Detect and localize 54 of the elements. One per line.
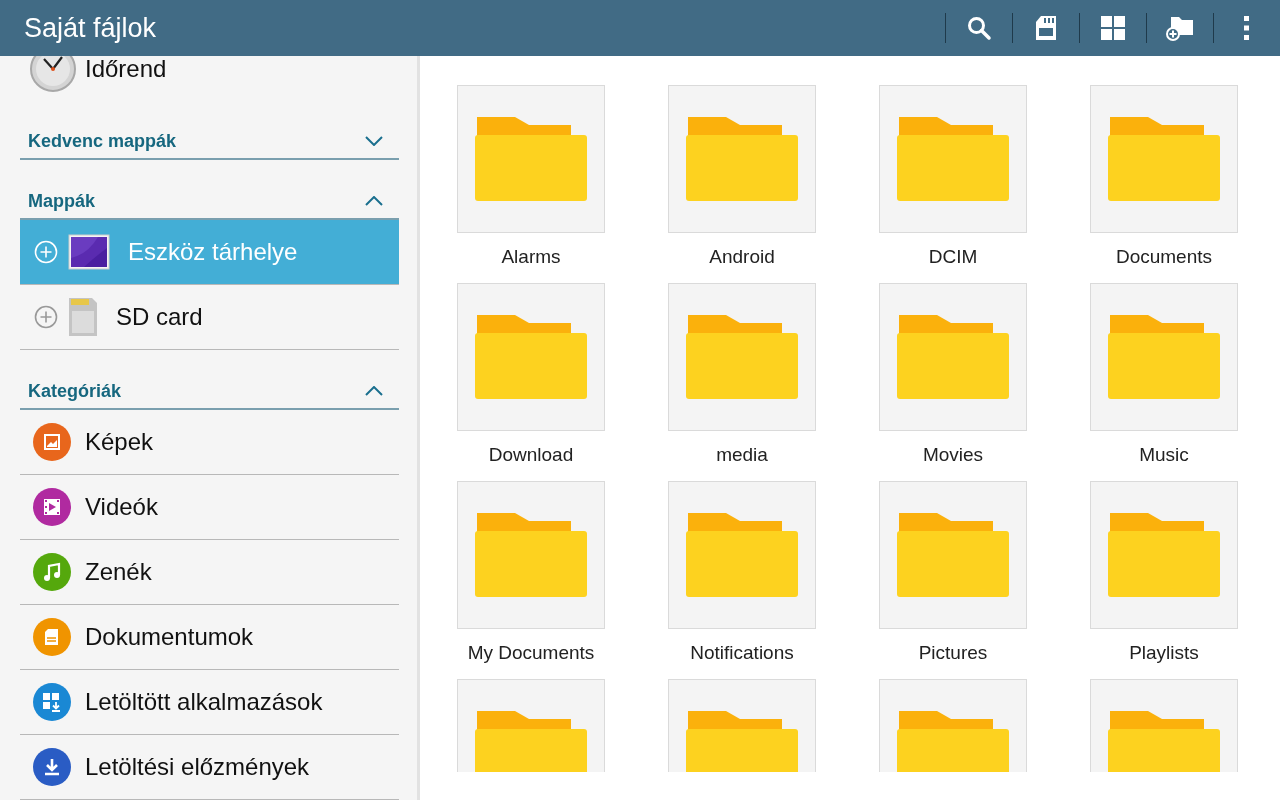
- expand-plus-icon[interactable]: [34, 305, 58, 329]
- folder-name: Pictures: [918, 642, 988, 664]
- folder-icon: [686, 513, 798, 597]
- storage-item[interactable]: SD card: [20, 285, 399, 350]
- folder-name: Download: [488, 444, 574, 466]
- folder-icon: [1108, 117, 1220, 201]
- device-storage-icon: [68, 234, 110, 270]
- folder-name: Android: [709, 246, 775, 268]
- folder-name: Music: [1139, 444, 1189, 466]
- folder-tile[interactable]: [668, 481, 816, 629]
- category-item[interactable]: Letöltött alkalmazások: [20, 670, 399, 735]
- folder-icon: [475, 315, 587, 399]
- folder-name: Alarms: [501, 246, 561, 268]
- folder-tile[interactable]: [879, 85, 1027, 233]
- folder-name: Movies: [922, 444, 984, 466]
- folder-icon: [897, 117, 1009, 201]
- folder-icon: [475, 513, 587, 597]
- category-item[interactable]: Zenék: [20, 540, 399, 605]
- app-title: Saját fájlok: [24, 12, 157, 44]
- folder-name: media: [716, 444, 768, 466]
- category-item[interactable]: Videók: [20, 475, 399, 540]
- folder-name: My Documents: [467, 642, 595, 664]
- section-header[interactable]: Kategóriák: [20, 374, 399, 410]
- folder-icon: [1108, 711, 1220, 772]
- category-item[interactable]: Letöltési előzmények: [20, 735, 399, 800]
- folder-tile[interactable]: [1090, 85, 1238, 233]
- folder-icon: [686, 117, 798, 201]
- folder-tile[interactable]: [879, 481, 1027, 629]
- folder-tile[interactable]: [668, 85, 816, 233]
- folder-icon: [897, 315, 1009, 399]
- section-header[interactable]: Kedvenc mappák: [20, 124, 399, 160]
- folder-tile[interactable]: [1090, 481, 1238, 629]
- category-item[interactable]: Képek: [20, 410, 399, 475]
- folder-tile[interactable]: [457, 481, 605, 629]
- folder-name: Documents: [1115, 246, 1213, 268]
- folder-icon: [897, 711, 1009, 772]
- folder-icon: [1108, 513, 1220, 597]
- folder-icon: [475, 117, 587, 201]
- timeline-item[interactable]: Időrend: [20, 56, 399, 100]
- folder-tile[interactable]: [457, 85, 605, 233]
- folder-icon: [897, 513, 1009, 597]
- folder-tile[interactable]: [668, 283, 816, 431]
- folder-icon: [686, 315, 798, 399]
- folder-name: Notifications: [690, 642, 794, 664]
- folder-icon: [686, 711, 798, 772]
- category-item[interactable]: Dokumentumok: [20, 605, 399, 670]
- folder-tile[interactable]: [1090, 283, 1238, 431]
- folder-name: DCIM: [928, 246, 978, 268]
- folder-name: Playlists: [1129, 642, 1199, 664]
- folder-tile[interactable]: [879, 283, 1027, 431]
- folder-tile[interactable]: [457, 283, 605, 431]
- sd-card-icon: [68, 297, 98, 337]
- folder-icon: [1108, 315, 1220, 399]
- folder-icon: [475, 711, 587, 772]
